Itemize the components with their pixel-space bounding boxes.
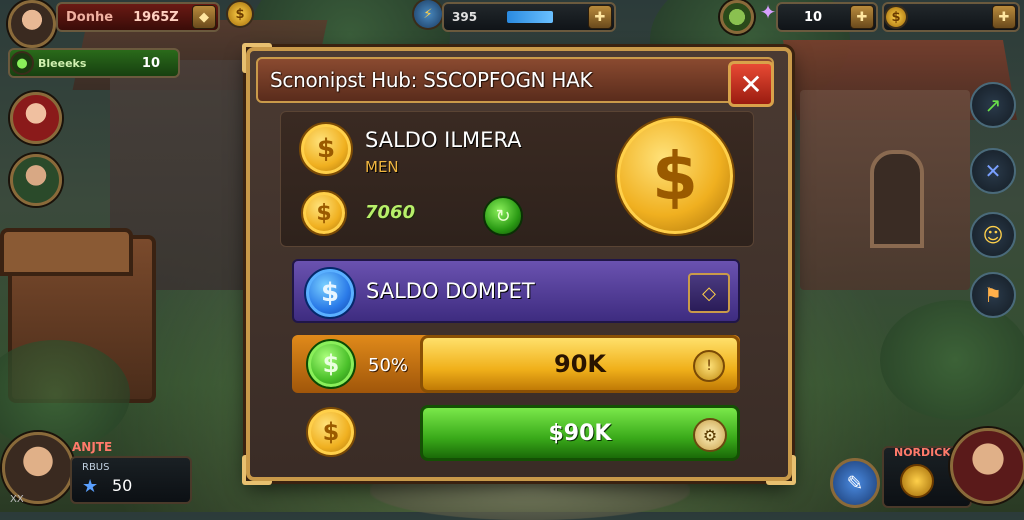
map-button[interactable]: ↗ [970, 82, 1016, 128]
currency-bar: $ ✚ [882, 2, 1020, 32]
dollar-coin-icon: $ [299, 122, 353, 176]
friend-avatar[interactable] [10, 92, 62, 144]
hero-button[interactable]: ☺ [970, 212, 1016, 258]
compass-icon: ✎ [846, 471, 864, 495]
currency-coin-icon: $ [886, 7, 906, 27]
close-icon: ✕ [739, 67, 763, 101]
hero-name: ANJTE [72, 440, 113, 454]
energy-fill [507, 11, 554, 23]
player-value: 1965Z [133, 9, 179, 25]
frame-corner [242, 455, 272, 485]
hero-rank: RBUS [82, 462, 110, 473]
balance-sublabel: MEN [365, 158, 399, 176]
gems-add-icon[interactable]: ✚ [850, 5, 874, 29]
background-window [870, 150, 924, 248]
diamond-icon: ◇ [702, 282, 716, 304]
green-dollar-coin-icon: $ [306, 339, 356, 389]
energy-icon: ⚡ [414, 0, 442, 28]
frame-corner [766, 455, 796, 485]
shop-button[interactable]: ⚑ [970, 272, 1016, 318]
gems-bar: 10 ✚ [776, 2, 878, 32]
opponent-name: NORDICK [894, 446, 951, 459]
player-name: Donhe [66, 9, 114, 25]
dialog-title: Scnonipst Hub: SSCOPFOGN HAK [270, 68, 593, 92]
settings-gear-icon: ⚙ [693, 418, 727, 452]
buy-amount: $90K [548, 420, 612, 446]
hero-panel: RBUS ★ 50 [70, 456, 192, 504]
exchange-percent: 50% [368, 355, 409, 376]
energy-add-icon[interactable]: ✚ [588, 5, 612, 29]
background-bush [880, 300, 1024, 420]
guild-avatar[interactable] [720, 0, 754, 34]
xp-value: 10 [141, 55, 160, 71]
treasure-chest-lid [0, 228, 133, 276]
energy-bar: 395 ✚ [442, 2, 616, 32]
balance-panel: $ SALDO ILMERA MEN $ 7060 ↻ $ [280, 111, 754, 247]
player-add-icon[interactable]: ◆ [192, 5, 216, 29]
crossed-swords-button[interactable]: ✕ [970, 148, 1016, 194]
refresh-button[interactable]: ↻ [483, 196, 523, 236]
opponent-avatar[interactable] [950, 428, 1024, 504]
gems-value: 10 [804, 9, 823, 25]
hub-dialog: Scnonipst Hub: SSCOPFOGN HAK ✕ $ SALDO I… [242, 43, 796, 485]
refresh-icon: ↻ [495, 205, 511, 227]
buy-button[interactable]: $90K ⚙ [420, 405, 740, 461]
balance-label: SALDO ILMERA [365, 128, 522, 152]
dollar-coin-icon: $ [301, 190, 347, 236]
currency-add-icon[interactable]: ✚ [992, 5, 1016, 29]
star-icon: ★ [82, 476, 99, 497]
xp-bar: ● Bleeeks 10 [8, 48, 180, 78]
dollar-coin-icon: $ [306, 407, 356, 457]
coin-hud-icon[interactable]: $ [228, 2, 252, 26]
player-name-bar: Donhe 1965Z ◆ [56, 2, 220, 32]
exchange-info-icon: ! [693, 350, 725, 382]
exchange-button[interactable]: 90K ! [420, 335, 740, 393]
xp-icon: ● [12, 53, 32, 73]
dialog-titlebar: Scnonipst Hub: SSCOPFOGN HAK ✕ [256, 57, 774, 107]
exchange-amount: 90K [554, 350, 606, 378]
blue-dollar-coin-icon: $ [304, 267, 356, 319]
compass-button[interactable]: ✎ [830, 458, 880, 508]
energy-value: 395 [452, 10, 478, 24]
friend-avatar[interactable] [10, 154, 62, 206]
large-dollar-coin-icon: $ [615, 116, 735, 236]
hero-count: 50 [112, 476, 133, 495]
wallet-label: SALDO DOMPET [366, 279, 535, 303]
close-button[interactable]: ✕ [728, 61, 774, 107]
balance-value: 7060 [365, 202, 416, 223]
hero-stars: XX [10, 494, 24, 505]
player-avatar[interactable] [8, 0, 56, 48]
wallet-info-button[interactable]: ◇ [688, 273, 730, 313]
opponent-badge-icon [900, 464, 934, 498]
wallet-bar[interactable]: $ SALDO DOMPET ◇ [292, 259, 740, 323]
xp-label: Bleeeks [38, 56, 87, 70]
